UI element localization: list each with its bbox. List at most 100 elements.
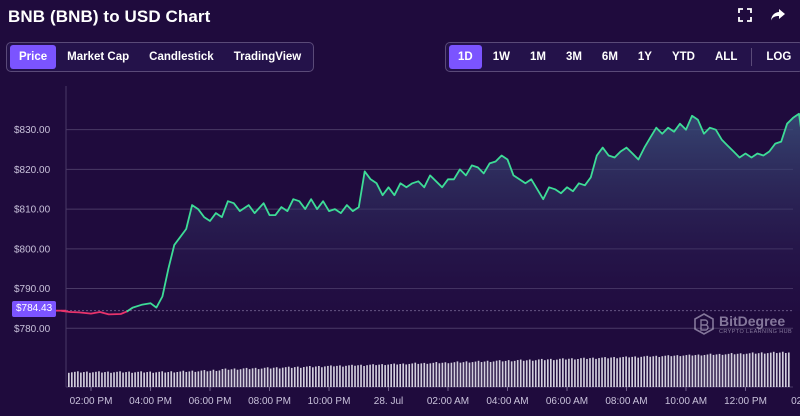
volume-bar bbox=[203, 370, 206, 387]
volume-bar bbox=[763, 353, 766, 387]
volume-bar bbox=[438, 363, 441, 387]
volume-bar bbox=[257, 369, 260, 387]
volume-bar bbox=[92, 372, 94, 387]
volume-bar bbox=[212, 369, 215, 387]
x-tick-label: 10:00 AM bbox=[665, 396, 707, 407]
volume-bar bbox=[784, 353, 787, 387]
volume-bar bbox=[661, 356, 664, 387]
volume-bar bbox=[513, 360, 516, 387]
volume-bar bbox=[293, 367, 296, 387]
volume-bar bbox=[649, 356, 652, 387]
volume-bar bbox=[116, 371, 118, 387]
volume-bar bbox=[504, 360, 507, 387]
volume-bar bbox=[565, 359, 567, 387]
volume-bar bbox=[507, 360, 510, 387]
volume-bar bbox=[146, 372, 148, 387]
volume-bar bbox=[694, 355, 697, 387]
y-tick-label: $830.00 bbox=[14, 125, 51, 136]
volume-bar bbox=[122, 372, 124, 387]
volume-bar bbox=[155, 372, 158, 387]
volume-bar bbox=[495, 360, 498, 387]
y-tick-label: $800.00 bbox=[14, 244, 51, 255]
volume-bar bbox=[679, 356, 682, 387]
x-tick-label: 10:00 PM bbox=[308, 396, 351, 407]
x-tick-label: 02:00 PM bbox=[70, 396, 113, 407]
volume-bar bbox=[95, 371, 97, 387]
watermark-subtitle: CRYPTO LEARNING HUB bbox=[719, 328, 793, 335]
volume-bar bbox=[348, 365, 350, 387]
volume-bar bbox=[104, 372, 106, 387]
x-tick-label: 04:00 AM bbox=[486, 396, 528, 407]
volume-bar bbox=[131, 372, 133, 387]
volume-bar bbox=[405, 364, 408, 387]
volume-bar bbox=[254, 367, 257, 387]
volume-bar bbox=[381, 364, 383, 387]
volume-bar bbox=[462, 362, 465, 387]
volume-bar bbox=[540, 358, 543, 387]
volume-bar bbox=[384, 365, 386, 387]
volume-bar bbox=[83, 372, 85, 387]
volume-bar bbox=[775, 353, 778, 387]
volume-bar bbox=[772, 351, 775, 387]
volume-bar bbox=[269, 368, 272, 387]
volume-bar bbox=[275, 367, 278, 387]
volume-bar bbox=[396, 364, 399, 387]
volume-bar bbox=[98, 371, 100, 387]
volume-bar bbox=[414, 362, 417, 387]
volume-bar bbox=[149, 371, 151, 387]
volume-bar bbox=[378, 364, 380, 387]
volume-bar bbox=[595, 358, 597, 387]
volume-bar bbox=[164, 372, 167, 387]
volume-bar bbox=[706, 354, 709, 387]
volume-bar bbox=[137, 371, 139, 387]
volume-bar bbox=[516, 360, 519, 387]
volume-bar bbox=[577, 359, 579, 387]
volume-bar bbox=[215, 370, 218, 387]
x-tick-label: 06:00 AM bbox=[546, 396, 588, 407]
volume-bar bbox=[727, 353, 730, 387]
volume-bar bbox=[736, 353, 739, 387]
volume-bar bbox=[610, 357, 612, 387]
volume-bar bbox=[309, 366, 311, 387]
volume-bar bbox=[266, 367, 269, 387]
volume-bar bbox=[586, 358, 588, 387]
volume-bar bbox=[420, 363, 423, 387]
volume-bar bbox=[718, 353, 721, 387]
volume-bar bbox=[760, 352, 763, 387]
volume-bar bbox=[456, 361, 459, 387]
volume-bar bbox=[191, 370, 194, 387]
volume-bar bbox=[522, 360, 525, 387]
volume-bar bbox=[248, 369, 251, 387]
y-tick-label: $820.00 bbox=[14, 165, 51, 176]
volume-bar bbox=[233, 368, 236, 387]
volume-bar bbox=[299, 367, 302, 387]
volume-bar bbox=[531, 360, 534, 387]
x-tick-label: 28. Jul bbox=[374, 396, 403, 407]
volume-bar bbox=[583, 357, 585, 387]
bitdegree-watermark: BitDegree CRYPTO LEARNING HUB bbox=[693, 313, 792, 335]
volume-bar bbox=[281, 367, 284, 387]
volume-bar bbox=[372, 364, 374, 387]
volume-bar bbox=[474, 361, 477, 387]
volume-bar bbox=[592, 357, 594, 387]
volume-bar bbox=[399, 364, 402, 387]
volume-bar bbox=[429, 363, 432, 387]
volume-bar bbox=[134, 372, 136, 387]
volume-bar bbox=[68, 372, 70, 387]
volume-bar bbox=[483, 361, 486, 387]
volume-bar bbox=[568, 358, 570, 387]
volume-bar bbox=[236, 369, 239, 387]
volume-bar bbox=[766, 353, 769, 387]
volume-bar bbox=[324, 366, 326, 387]
volume-bar bbox=[640, 356, 643, 387]
y-tick-label: $790.00 bbox=[14, 284, 51, 295]
volume-bar bbox=[613, 357, 615, 387]
volume-bar bbox=[170, 371, 173, 387]
volume-bar bbox=[562, 358, 564, 387]
volume-bar bbox=[715, 354, 718, 387]
volume-bar bbox=[272, 367, 275, 387]
volume-bar bbox=[302, 367, 305, 387]
volume-bar bbox=[287, 366, 290, 387]
volume-bar bbox=[450, 362, 453, 387]
volume-bar bbox=[209, 370, 212, 387]
